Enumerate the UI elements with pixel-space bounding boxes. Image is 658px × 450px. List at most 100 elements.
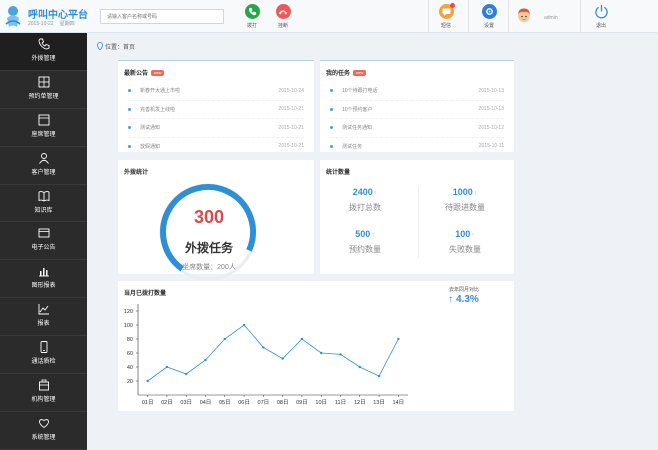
x-tick-label: 10日 xyxy=(315,399,327,406)
yoy-value: ↑ 4.3% xyxy=(448,294,479,305)
order-grid-icon xyxy=(38,76,49,88)
stat-value: 500↑ xyxy=(320,229,410,239)
sidebar-item-label: 图形报表 xyxy=(31,283,56,290)
bullet-icon xyxy=(330,89,333,93)
announcements-title: 最新公告 xyxy=(124,71,149,77)
stat-label: 预约数量 xyxy=(349,245,381,254)
bullet-icon xyxy=(330,144,333,148)
x-tick-label: 02日 xyxy=(161,399,173,406)
sidebar-item-system[interactable]: 系统管理 xyxy=(0,412,87,450)
sidebar-item-seats[interactable]: 座席管理 xyxy=(0,109,87,147)
outbound-label: 外拨任务 xyxy=(184,241,233,255)
bullet-icon xyxy=(128,107,131,111)
sidebar: 外拨管理 预约单管理 座席管理 客户管理 知识库 电子公告 图形报表 报表 通话… xyxy=(0,33,87,450)
list-item-text: 测试任务 xyxy=(342,143,363,150)
list-item-date: 2015-10-21 xyxy=(278,124,304,131)
announcements-panel: 最新公告 new 新春开大通上市啦 2015-10-24 完善机发上线啦 2015-1… xyxy=(118,60,314,156)
x-tick-label: 12日 xyxy=(354,399,366,406)
list-item-text: 10个待跟打电话 xyxy=(342,88,378,95)
sidebar-item-call-qc[interactable]: 通话质检 xyxy=(0,336,87,375)
y-tick-label: 120 xyxy=(124,309,133,315)
search-input[interactable] xyxy=(100,9,224,24)
list-item-date: 2015-10-12 xyxy=(478,124,504,131)
list-item[interactable]: 完善机发上线啦 2015-10-21 xyxy=(128,101,304,119)
data-point xyxy=(300,337,304,341)
weekday-text: 星期四 xyxy=(59,21,75,27)
data-point xyxy=(339,353,342,356)
monthly-line-chart: 20 40 60 80 100 120 01日 02日 03日 04日 05日 06日 07日 08日 09… xyxy=(124,304,408,406)
data-point xyxy=(165,365,169,369)
data-point xyxy=(397,337,400,341)
stat-value: 1000↑ xyxy=(420,187,510,197)
data-point xyxy=(223,337,226,341)
stat-label: 拨打总数 xyxy=(349,203,381,212)
stat-follow-up: 1000↑ 待跟进数量 xyxy=(420,187,510,213)
y-tick-label: 100 xyxy=(124,323,133,329)
list-item-date: 2015-10-13 xyxy=(478,106,504,113)
data-point xyxy=(358,365,361,369)
sidebar-item-reports[interactable]: 报表 xyxy=(0,298,87,337)
sidebar-item-graph-reports[interactable]: 图形报表 xyxy=(0,260,87,299)
list-item-text: 测试任务通知 xyxy=(342,125,373,132)
header-divider xyxy=(508,0,509,33)
list-item-date: 2015-10-21 xyxy=(278,106,304,113)
sms-label: 短信 xyxy=(440,23,451,29)
data-point xyxy=(281,357,284,360)
yoy-label: 去年同月对比 xyxy=(449,287,480,293)
location-pin-icon xyxy=(97,42,103,50)
announcement-list: 新春开大通上市啦 2015-10-24 完善机发上线啦 2015-10-21 测试通… xyxy=(128,82,304,156)
dial-label: 拨打 xyxy=(246,23,257,29)
data-point xyxy=(262,346,265,349)
list-item[interactable]: 新春开大通上市啦 2015-10-24 xyxy=(128,82,304,101)
arrow-up-icon: ↑ xyxy=(473,190,478,197)
phone-hangup-icon xyxy=(275,4,291,19)
x-tick-label: 07日 xyxy=(258,399,270,406)
power-icon xyxy=(594,4,609,19)
arrow-up-icon: ↑ xyxy=(373,190,378,197)
logout-button[interactable]: 退出 xyxy=(586,4,616,32)
sidebar-item-customers[interactable]: 客户管理 xyxy=(0,147,87,185)
list-item[interactable]: 10个待跟打电话 2015-10-13 xyxy=(330,82,504,101)
sidebar-item-label: 座席管理 xyxy=(31,131,56,138)
data-point xyxy=(377,374,381,378)
x-tick-label: 13日 xyxy=(373,399,385,406)
data-point xyxy=(242,323,246,327)
settings-button[interactable]: 设置 xyxy=(474,4,504,32)
list-item[interactable]: 10个预约客户 2015-10-13 xyxy=(330,101,504,119)
phone-dial-icon xyxy=(244,4,260,19)
list-item[interactable]: 测试任务通知 2015-10-12 xyxy=(330,119,504,138)
sidebar-item-orders[interactable]: 预约单管理 xyxy=(0,71,87,109)
book-icon xyxy=(38,190,49,202)
panel-title: 最新公告 new xyxy=(124,68,165,77)
list-item[interactable]: 放假通知 2015-10-21 xyxy=(128,138,304,156)
new-badge: new xyxy=(151,70,165,76)
arrow-up-icon: ↑ xyxy=(471,232,475,239)
org-icon xyxy=(38,379,49,391)
list-item-text: 放假通知 xyxy=(140,143,161,150)
series-line xyxy=(147,324,399,382)
sidebar-item-org[interactable]: 机构管理 xyxy=(0,374,87,412)
logout-label: 退出 xyxy=(595,23,606,29)
new-badge: new xyxy=(353,70,367,76)
x-tick-label: 04日 xyxy=(200,399,212,406)
app-title: 呼叫中心平台 xyxy=(28,10,88,21)
sidebar-item-bulletin[interactable]: 电子公告 xyxy=(0,222,87,261)
sidebar-item-outbound[interactable]: 外拨管理 xyxy=(0,33,87,71)
list-item-date: 2015-10-21 xyxy=(278,143,304,150)
list-item-text: 完善机发上线啦 xyxy=(140,106,176,113)
list-item[interactable]: 测试通知 2015-10-21 xyxy=(128,119,304,138)
sidebar-item-knowledge[interactable]: 知识库 xyxy=(0,185,87,223)
x-tick-label: 11日 xyxy=(335,399,346,406)
x-tick-label: 08日 xyxy=(277,399,289,406)
dial-button[interactable]: 拨打 xyxy=(237,4,267,32)
header-divider xyxy=(468,0,469,33)
outbound-title: 外拨统计 xyxy=(124,170,149,176)
avatar[interactable] xyxy=(516,7,532,23)
list-item[interactable]: 测试任务 2015-10-11 xyxy=(330,138,504,156)
sms-button[interactable]: 短信 xyxy=(431,3,461,32)
stats-divider xyxy=(418,186,419,258)
stat-label: 失败数量 xyxy=(449,245,481,254)
stats-title: 统计数量 xyxy=(326,170,351,176)
date-text: 2015-10-22 xyxy=(28,21,54,27)
hangup-button[interactable]: 挂断 xyxy=(268,4,298,32)
